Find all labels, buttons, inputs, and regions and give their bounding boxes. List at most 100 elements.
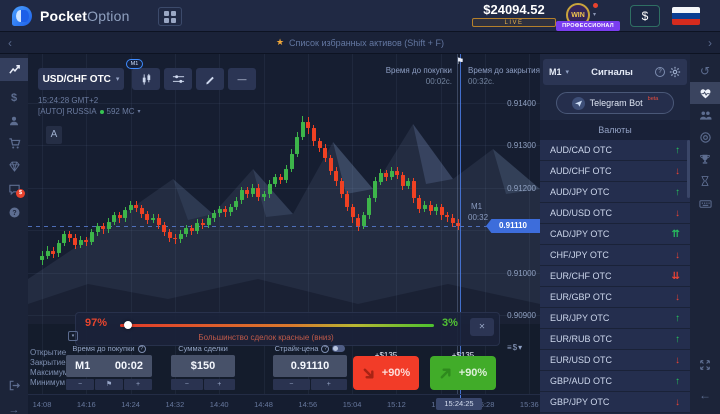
chart-area[interactable]: A ⚑ Время до покупки 00:02с. Время до за…	[28, 54, 540, 394]
trend-up-icon: ↑	[675, 187, 680, 198]
candle	[184, 228, 188, 234]
candle	[379, 173, 383, 182]
amount-plus-button[interactable]: +	[204, 379, 236, 390]
pending-trades-button[interactable]	[690, 170, 720, 192]
drawing-tools-button[interactable]	[196, 68, 224, 90]
server-status[interactable]: [AUTO] RUSSIA 592 MC ▾	[38, 107, 141, 116]
asset-row[interactable]: CHF/JPY OTC↓	[540, 245, 690, 266]
sidebar-item-logout[interactable]	[0, 374, 28, 397]
candle	[107, 222, 111, 230]
strip-collapse-arrow-icon[interactable]: ←	[690, 384, 720, 406]
sentiment-close-button[interactable]: ✕	[470, 318, 494, 336]
asset-row[interactable]: GBP/JPY OTC↓	[540, 392, 690, 413]
panel-mode-icon[interactable]: ≡$▾	[507, 343, 523, 352]
sidebar-item-finance[interactable]: $	[0, 86, 28, 109]
sidebar-item-help[interactable]: ?	[0, 201, 28, 224]
asset-row[interactable]: GBP/AUD OTC↑	[540, 371, 690, 392]
sidebar-item-profile[interactable]	[0, 109, 28, 132]
candle	[351, 207, 355, 218]
asset-row[interactable]: EUR/GBP OTC↓	[540, 287, 690, 308]
favorites-list-opener[interactable]: ★ Список избранных активов (Shift + F)	[276, 37, 444, 48]
asset-row[interactable]: EUR/RUB OTC↑	[540, 329, 690, 350]
sidebar-collapse-arrow-icon[interactable]: →	[0, 398, 28, 414]
signals-tab-button[interactable]	[690, 82, 720, 104]
deposit-currency-button[interactable]: $	[630, 5, 660, 27]
candle	[212, 213, 216, 218]
sidebar-item-achievements[interactable]	[0, 155, 28, 178]
buy-up-button[interactable]: +90%	[430, 356, 496, 390]
asset-row[interactable]: AUD/CHF OTC↓	[540, 161, 690, 182]
sentiment-green-percent: 3%	[442, 317, 458, 329]
sidebar-item-chat[interactable]: $	[0, 178, 28, 201]
buy-time-label: Время до покупки	[318, 66, 452, 75]
asset-row[interactable]: EUR/USD OTC↓	[540, 350, 690, 371]
candle	[295, 137, 299, 154]
candle	[284, 169, 288, 180]
telegram-bot-button[interactable]: Telegram Bot beta	[556, 92, 674, 114]
candle	[112, 215, 116, 221]
account-balance[interactable]: $24094.52 LIVE	[472, 2, 556, 27]
trade-time-stepper: − ⚑ +	[66, 379, 152, 390]
asset-symbol: USD/CHF OTC	[43, 74, 111, 85]
asset-row[interactable]: EUR/JPY OTC↑	[540, 308, 690, 329]
asset-row[interactable]: AUD/CAD OTC↑	[540, 140, 690, 161]
asset-row[interactable]: CAD/JPY OTC⇈	[540, 224, 690, 245]
candle	[84, 240, 88, 243]
strike-toggle[interactable]	[332, 345, 345, 352]
current-price-pill: 0.91110	[486, 219, 540, 233]
hotkeys-button[interactable]	[690, 192, 720, 214]
chevron-down-icon[interactable]: ▾	[566, 68, 570, 76]
time-flag-button[interactable]: ⚑	[95, 379, 123, 390]
candle	[201, 223, 205, 226]
sell-down-button[interactable]: +90%	[353, 356, 419, 390]
sidebar-item-market[interactable]	[0, 132, 28, 155]
sidebar-item-trading[interactable]	[0, 58, 28, 81]
trade-time-field[interactable]: M1 00:02	[66, 355, 152, 377]
sentiment-track[interactable]	[120, 324, 434, 327]
candle	[312, 128, 316, 141]
candle	[334, 171, 338, 182]
more-tools-button[interactable]: —	[228, 68, 256, 90]
info-icon[interactable]: ?	[138, 345, 146, 353]
trades-history-button[interactable]: ↺	[690, 60, 720, 82]
language-flag-russia[interactable]	[672, 7, 700, 25]
indicators-button[interactable]	[164, 68, 192, 90]
asset-selector-button[interactable]: USD/CHF OTC ▾	[38, 68, 124, 90]
close-icon: ✕	[479, 322, 486, 331]
time-minus-button[interactable]: −	[66, 379, 94, 390]
more-icon: —	[238, 74, 247, 84]
time-plus-button[interactable]: +	[124, 379, 152, 390]
candle	[401, 175, 405, 186]
fullscreen-button[interactable]	[690, 354, 720, 376]
timeframe-badge: M1	[126, 59, 143, 69]
sentiment-knob[interactable]	[124, 321, 132, 329]
help-icon[interactable]: ?	[655, 67, 665, 77]
candle	[256, 188, 260, 197]
candle	[329, 158, 333, 171]
gear-icon[interactable]	[669, 66, 681, 78]
tournaments-button[interactable]	[690, 148, 720, 170]
asset-row[interactable]: EUR/CHF OTC⇊	[540, 266, 690, 287]
asset-row[interactable]: AUD/USD OTC↓	[540, 203, 690, 224]
favorites-back-icon[interactable]: ‹	[8, 32, 12, 54]
trade-amount-field[interactable]: $150	[171, 355, 235, 377]
signals-timeframe-dropdown[interactable]: M1	[549, 67, 562, 77]
favorites-forward-icon[interactable]: ›	[708, 32, 712, 54]
apps-grid-icon[interactable]	[158, 7, 182, 26]
social-trading-button[interactable]	[690, 104, 720, 126]
profile-caret-icon[interactable]: ▾	[593, 11, 596, 18]
candle	[345, 194, 349, 207]
chart-type-button[interactable]	[132, 68, 160, 90]
asset-row[interactable]: AUD/JPY OTC↑	[540, 182, 690, 203]
info-icon[interactable]: ?	[321, 345, 329, 353]
time-axis-label: 14:32	[158, 400, 192, 409]
candle	[223, 209, 227, 212]
asset-name: CHF/JPY OTC	[550, 250, 675, 260]
strike-plus-button[interactable]: +	[311, 379, 348, 390]
trade-strike-field[interactable]: 0.91110	[273, 355, 347, 377]
strike-minus-button[interactable]: −	[273, 379, 310, 390]
candle	[140, 208, 144, 214]
amount-minus-button[interactable]: −	[171, 379, 203, 390]
panel-collapse-icon[interactable]: ▾	[68, 331, 78, 341]
target-button[interactable]	[690, 126, 720, 148]
